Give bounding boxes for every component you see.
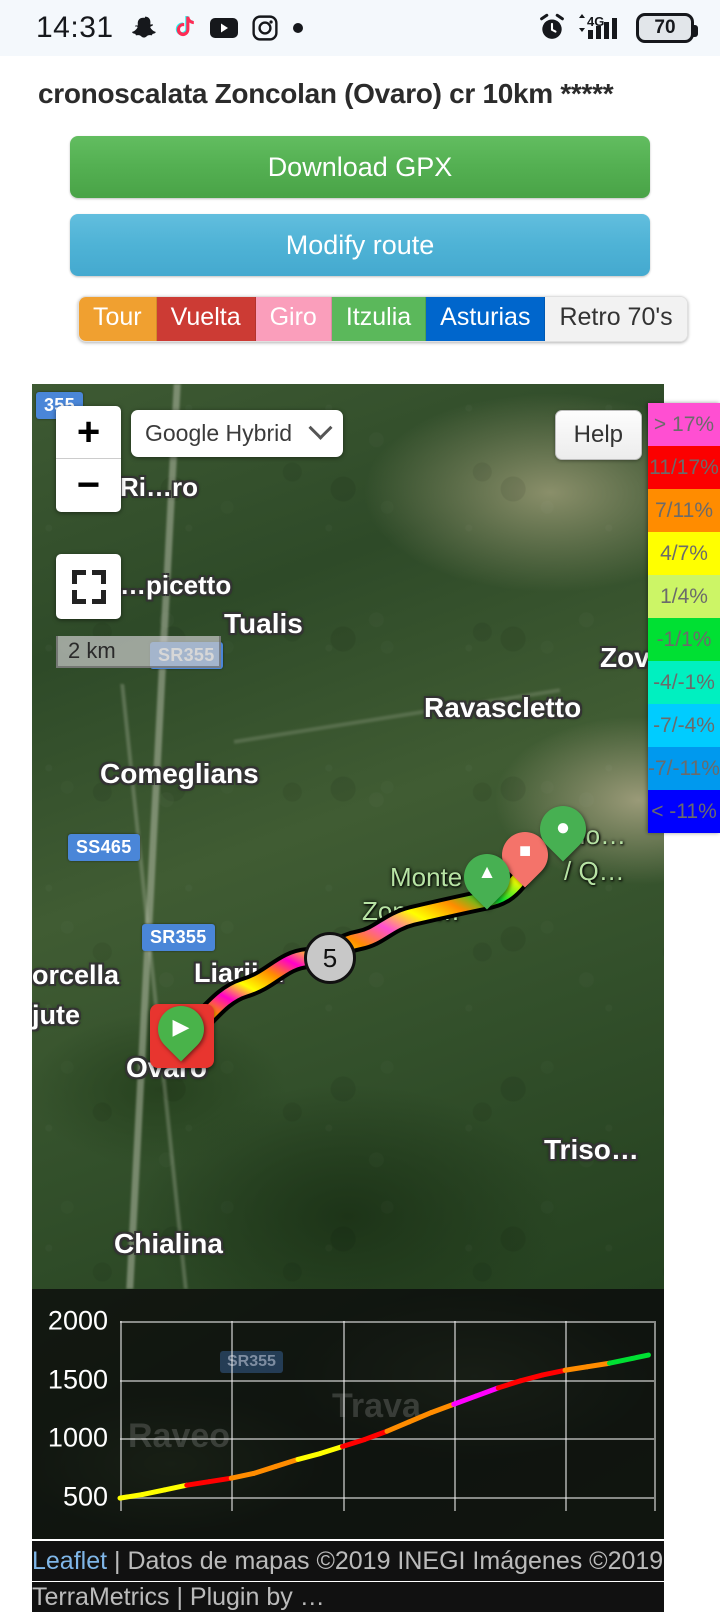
elevation-segment [139, 1487, 167, 1498]
fullscreen-icon [71, 569, 106, 604]
tiktok-icon [172, 15, 196, 41]
elevation-segment [495, 1378, 523, 1391]
elevation-segment [117, 1492, 145, 1501]
elevation-segment [362, 1428, 390, 1442]
elevation-segment [251, 1463, 279, 1476]
elevation-chart[interactable]: Raveo Trava SR355 500 1000 1500 2000 [32, 1289, 664, 1539]
action-buttons: Download GPX Modify route [0, 110, 720, 276]
elevation-profile-line [117, 1352, 651, 1501]
status-bar-notification-icons [131, 15, 304, 41]
elevation-segment [295, 1451, 323, 1462]
tab-tour[interactable]: Tour [79, 297, 157, 341]
legend-band: < -11% [648, 790, 720, 833]
zoom-controls[interactable]: + − [56, 406, 121, 512]
legend-band: -7/-4% [648, 704, 720, 747]
modify-route-button[interactable]: Modify route [70, 214, 650, 276]
start-marker[interactable]: ▶ [148, 996, 214, 1066]
y-axis-tick: 1000 [47, 1422, 108, 1453]
elevation-segment [451, 1393, 479, 1407]
tab-asturias[interactable]: Asturias [426, 297, 546, 341]
elevation-segment [518, 1372, 546, 1384]
map-attribution: Leaflet | Datos de mapas ©2019 INEGI Imá… [32, 1541, 664, 1581]
map-attribution-line2: TerraMetrics | Plugin by … [32, 1582, 664, 1612]
snapchat-icon [131, 15, 158, 41]
basemap-select-value: Google Hybrid [145, 420, 293, 446]
leaflet-link[interactable]: Leaflet [32, 1547, 107, 1575]
chevron-down-icon [308, 415, 333, 440]
legend-band: 11/17% [648, 446, 720, 489]
status-bar-system-icons: 4G 70 [538, 13, 698, 43]
map-canvas[interactable]: 355SR355SS465SR355 Ri…ro…picettoTualisZo… [32, 384, 664, 1289]
mountain-icon: ▲ [477, 862, 497, 883]
battery-indicator: 70 [636, 13, 698, 43]
instagram-icon [252, 15, 278, 41]
y-axis-tick: 2000 [47, 1305, 108, 1336]
alarm-clock-icon [538, 13, 566, 43]
tab-itzulia[interactable]: Itzulia [331, 297, 427, 341]
youtube-icon [209, 17, 238, 39]
status-bar: 14:31 4G 70 [0, 0, 720, 56]
elevation-segment [206, 1475, 234, 1485]
elevation-segment [429, 1401, 457, 1415]
signal-4g-icon: 4G [575, 13, 627, 43]
map-scale-bar: 2 km [56, 636, 221, 668]
poi-marker-circle[interactable]: ● [530, 796, 596, 866]
elevation-segment [384, 1419, 412, 1434]
y-axis-tick: 1500 [47, 1364, 108, 1395]
attribution-text: | Datos de mapas ©2019 INEGI Imágenes ©2… [114, 1547, 664, 1575]
elevation-segment [607, 1356, 635, 1366]
legend-band: -4/-1% [648, 661, 720, 704]
legend-band: > 17% [648, 403, 720, 446]
legend-band: -1/1% [648, 618, 720, 661]
legend-band: 1/4% [648, 575, 720, 618]
km-marker-5[interactable]: 5 [304, 932, 356, 984]
elevation-segment [317, 1443, 345, 1457]
zoom-in-button[interactable]: + [56, 406, 121, 459]
tab-giro[interactable]: Giro [255, 297, 332, 341]
legend-band: 4/7% [648, 532, 720, 575]
elevation-segment [540, 1367, 568, 1378]
zoom-out-button[interactable]: − [56, 459, 121, 512]
elevation-segment [340, 1436, 368, 1449]
elevation-segment [473, 1385, 501, 1399]
poi-marker-mountain[interactable]: ▲ [454, 844, 520, 914]
elevation-segment [228, 1470, 256, 1481]
elevation-segment [584, 1360, 612, 1370]
race-filter-bar: Tour Vuelta Giro Itzulia Asturias Retro 70's [0, 276, 720, 342]
tab-retro-70-s[interactable]: Retro 70's [545, 297, 687, 341]
basemap-select[interactable]: Google Hybrid [131, 410, 343, 457]
elevation-segment [406, 1409, 434, 1425]
fullscreen-button[interactable] [56, 554, 121, 619]
elevation-segment [562, 1364, 590, 1373]
play-icon: ▶ [172, 1014, 190, 1039]
circle-icon: ● [555, 814, 571, 841]
app-root: 14:31 4G 70 cronoscalata Zoncolan (Ovaro… [0, 0, 720, 1612]
gradient-legend: > 17% 11/17% 7/11% 4/7% 1/4% -1/1% -4/-1% -7/-4… [648, 403, 720, 833]
tab-vuelta[interactable]: Vuelta [156, 297, 256, 341]
legend-band: -7/-11% [648, 747, 720, 790]
legend-band: 7/11% [648, 489, 720, 532]
elevation-segment [162, 1482, 190, 1493]
race-tabs: Tour Vuelta Giro Itzulia Asturias Retro 70's [78, 296, 688, 342]
status-bar-time: 14:31 [36, 11, 114, 44]
dot-icon [292, 22, 304, 34]
svg-text:4G: 4G [587, 14, 604, 29]
elevation-segment [273, 1456, 301, 1469]
elevation-segment [629, 1352, 651, 1362]
elevation-segment [184, 1479, 212, 1488]
y-axis-tick: 500 [62, 1481, 108, 1512]
page-title: cronoscalata Zoncolan (Ovaro) cr 10km **… [38, 78, 614, 109]
download-gpx-button[interactable]: Download GPX [70, 136, 650, 198]
help-button[interactable]: Help [554, 410, 642, 460]
